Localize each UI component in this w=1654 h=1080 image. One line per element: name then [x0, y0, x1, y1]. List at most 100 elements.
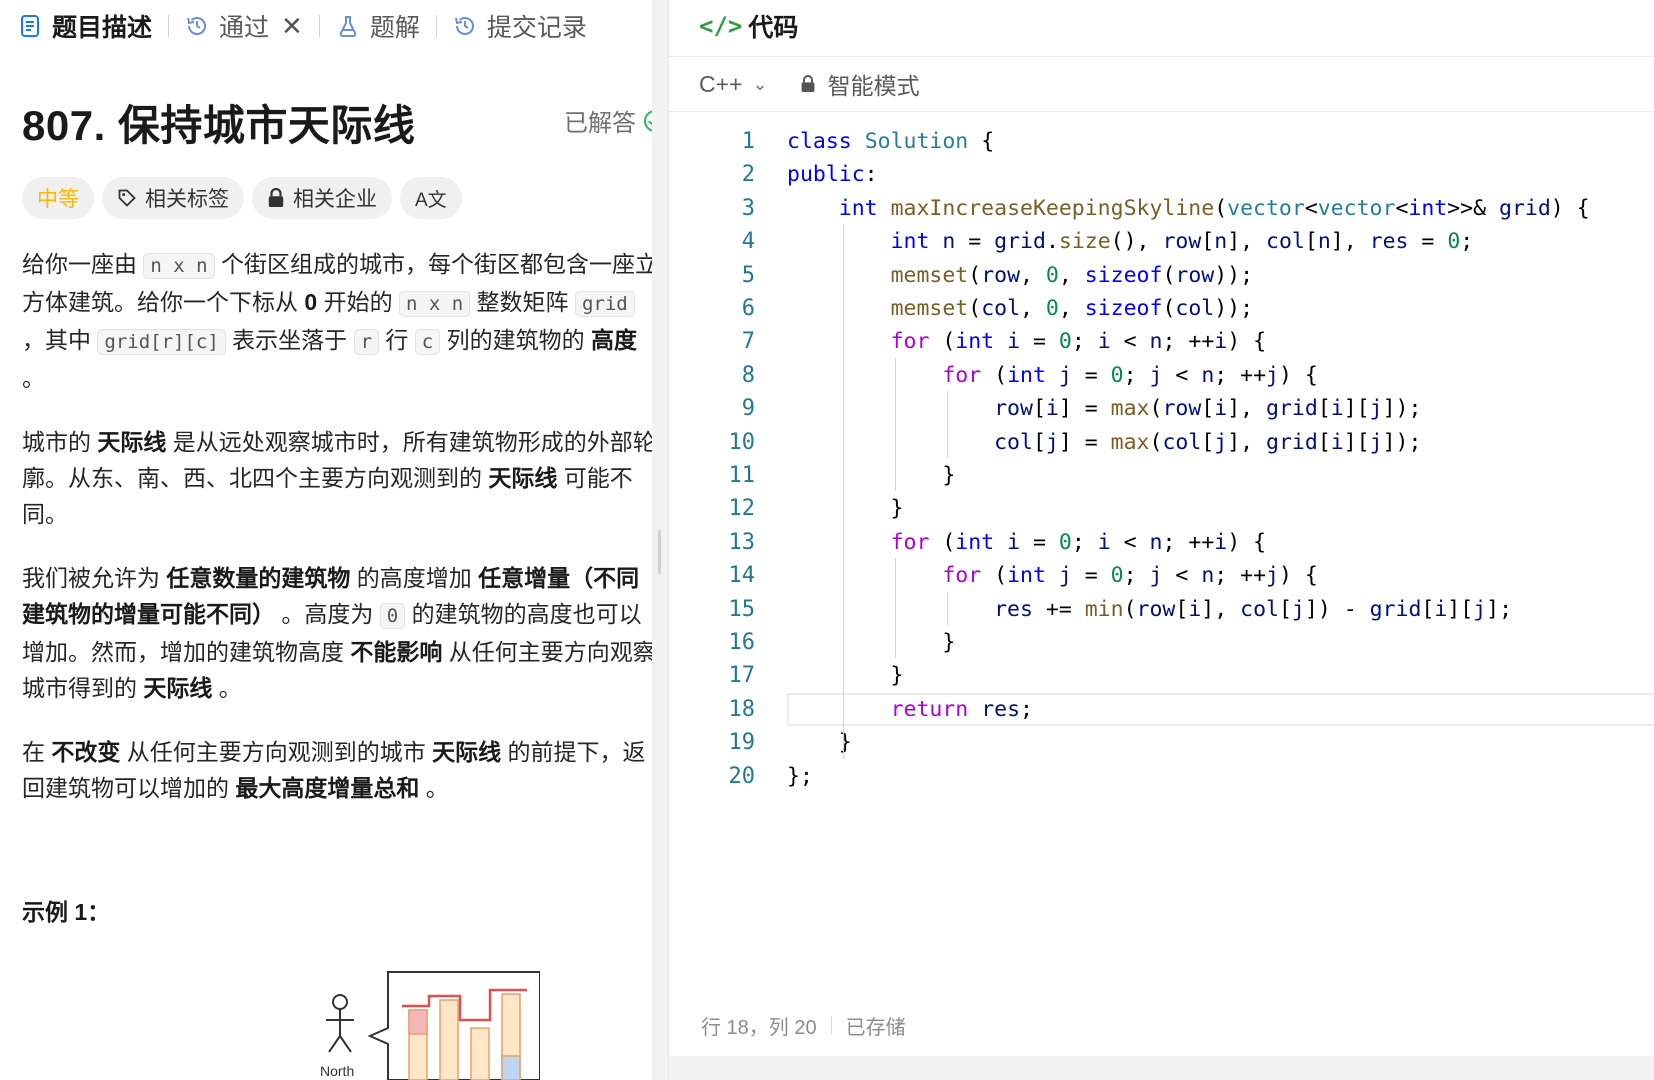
- skyline-bar: [439, 999, 459, 1080]
- text: 列的建筑物的: [440, 327, 592, 353]
- text: 给你一座由: [22, 251, 144, 277]
- line-number: 9: [741, 396, 755, 422]
- problem-description: 给你一座由 n x n 个街区组成的城市，每个街区都包含一座立方体建筑。给你一个…: [22, 246, 662, 834]
- pane-resizer[interactable]: [652, 0, 668, 1080]
- code-text: for (int i = 0; i < n; ++i) {: [890, 529, 1267, 555]
- lock-icon: [801, 75, 814, 92]
- text: 的高度增加: [350, 565, 479, 591]
- code-text: return res;: [890, 696, 1033, 722]
- smart-mode-toggle[interactable]: 智能模式: [828, 67, 920, 101]
- code-line[interactable]: 9 row[i] = max(row[i], grid[i][j]);: [669, 391, 1654, 426]
- bold-text: 不改变: [51, 739, 121, 765]
- line-number: 10: [728, 429, 756, 455]
- line-number: 20: [728, 763, 756, 789]
- code-text: int n = grid.size(), row[n], col[n], res…: [890, 229, 1474, 255]
- document-icon: [21, 15, 39, 37]
- code-line[interactable]: 14 for (int j = 0; j < n; ++j) {: [669, 558, 1654, 593]
- inline-code: c: [414, 329, 441, 355]
- translate-button[interactable]: A文: [400, 177, 462, 219]
- line-number: 3: [741, 195, 755, 221]
- bold-text: 最大高度增量总和: [235, 775, 420, 801]
- inline-code: n x n: [143, 253, 215, 279]
- problem-tabbar: 题目描述 通过 ✕ 题解 提交记录: [0, 0, 668, 52]
- code-line[interactable]: 15 res += min(row[i], col[j]) - grid[i][…: [669, 592, 1654, 627]
- example-title: 示例 1：: [22, 899, 111, 925]
- bold-text: 天际线: [97, 429, 167, 455]
- code-text: for (int i = 0; i < n; ++i) {: [890, 329, 1267, 355]
- tab-accepted[interactable]: 通过 ✕: [185, 0, 303, 52]
- code-line[interactable]: 6 memset(col, 0, sizeof(col));: [669, 291, 1654, 326]
- skyline-example-figure: North: [320, 971, 540, 1080]
- code-line[interactable]: 2 public:: [669, 157, 1654, 192]
- bold-text: 天际线: [488, 465, 558, 491]
- code-line[interactable]: 8 for (int j = 0; j < n; ++j) {: [669, 358, 1654, 393]
- text: ，其中: [22, 327, 98, 353]
- description-paragraph: 我们被允许为 任意数量的建筑物 的高度增加 任意增量（不同建筑物的增量可能不同）…: [22, 560, 662, 706]
- problem-title: 807. 保持城市天际线: [22, 102, 416, 149]
- code-line[interactable]: 3 int maxIncreaseKeepingSkyline(vector<v…: [669, 191, 1654, 226]
- code-text: }: [787, 463, 956, 488]
- code-pane-title: 代码: [748, 14, 799, 42]
- bold-text: 天际线: [143, 675, 213, 701]
- line-number: 16: [728, 630, 756, 655]
- code-line[interactable]: 5 memset(row, 0, sizeof(row));: [669, 258, 1654, 293]
- code-line[interactable]: 17 }: [669, 658, 1654, 693]
- lock-icon: [268, 188, 284, 207]
- code-line[interactable]: 10 col[j] = max(col[j], grid[i][j]);: [669, 425, 1654, 460]
- skyline-bar-part: [501, 1055, 521, 1080]
- code-line[interactable]: 1 class Solution {: [669, 124, 1654, 159]
- bold-text: 任意数量的建筑物: [166, 565, 351, 591]
- language-select[interactable]: C++ ⌄: [699, 71, 768, 98]
- close-icon[interactable]: ✕: [281, 11, 303, 42]
- text: 在: [22, 739, 52, 765]
- code-editor[interactable]: 1 class Solution {2 public: 3 int maxIncrea…: [669, 124, 1654, 1004]
- code-line[interactable]: 20};: [669, 759, 1654, 794]
- text: 我们被允许为: [22, 565, 167, 591]
- text: 。高度为: [275, 601, 380, 627]
- related-companies-button[interactable]: 相关企业: [252, 177, 392, 219]
- code-line[interactable]: 7 for (int i = 0; i < n; ++i) {: [669, 324, 1654, 359]
- tab-label: 题目描述: [52, 14, 153, 42]
- line-number: 5: [741, 262, 755, 288]
- code-text: }: [787, 663, 904, 689]
- figure-label: North: [320, 1063, 354, 1079]
- bold-text: 0: [304, 289, 318, 315]
- tab-solutions[interactable]: 题解: [336, 0, 420, 52]
- line-number: 12: [728, 496, 756, 522]
- problem-pane: 题目描述 通过 ✕ 题解 提交记录 807. 保持城市天际线 已解答 中等 相关…: [0, 0, 668, 1080]
- bold-text: 天际线: [432, 739, 502, 765]
- tab-description[interactable]: 题目描述: [18, 0, 152, 52]
- inline-code: r: [353, 329, 380, 355]
- translate-icon: A文: [415, 189, 447, 211]
- resize-handle[interactable]: [658, 530, 661, 574]
- text: 。: [419, 775, 449, 801]
- line-number: 8: [741, 362, 755, 388]
- code-line[interactable]: 16 }: [669, 625, 1654, 660]
- code-text: };: [787, 763, 813, 789]
- app-window: 题目描述 通过 ✕ 题解 提交记录 807. 保持城市天际线 已解答 中等 相关…: [0, 0, 1654, 1080]
- related-tags-button[interactable]: 相关标签: [102, 177, 244, 219]
- inline-code: grid: [574, 291, 635, 317]
- code-line[interactable]: 11 }: [669, 458, 1654, 493]
- text: 表示坐落于: [225, 327, 354, 353]
- code-line[interactable]: 13 for (int i = 0; i < n; ++i) {: [669, 525, 1654, 560]
- code-text: int maxIncreaseKeepingSkyline(vector<vec…: [838, 195, 1590, 221]
- solved-status: 已解答: [564, 103, 666, 138]
- cursor-position: 行 18，列 20: [701, 1016, 817, 1039]
- code-line[interactable]: 18 return res;: [669, 692, 1654, 727]
- text: 整数矩阵: [470, 289, 575, 315]
- code-line[interactable]: 4 int n = grid.size(), row[n], col[n], r…: [669, 224, 1654, 259]
- line-number: 14: [728, 563, 756, 589]
- tab-divider: [435, 15, 437, 37]
- editor-toolbar: C++ ⌄ 智能模式: [669, 56, 1654, 112]
- line-number: 2: [741, 162, 755, 188]
- skyline-bar-part: [408, 1009, 428, 1035]
- editor-statusbar: 行 18，列 20 已存储: [669, 1000, 1654, 1050]
- code-line[interactable]: 19 }: [669, 725, 1654, 760]
- line-number: 4: [741, 229, 755, 255]
- code-text: class Solution {: [787, 129, 995, 154]
- tab-submissions[interactable]: 提交记录: [453, 0, 587, 52]
- indent-guide: [947, 391, 948, 458]
- code-line[interactable]: 12 }: [669, 491, 1654, 526]
- description-paragraph: 给你一座由 n x n 个街区组成的城市，每个街区都包含一座立方体建筑。给你一个…: [22, 246, 662, 396]
